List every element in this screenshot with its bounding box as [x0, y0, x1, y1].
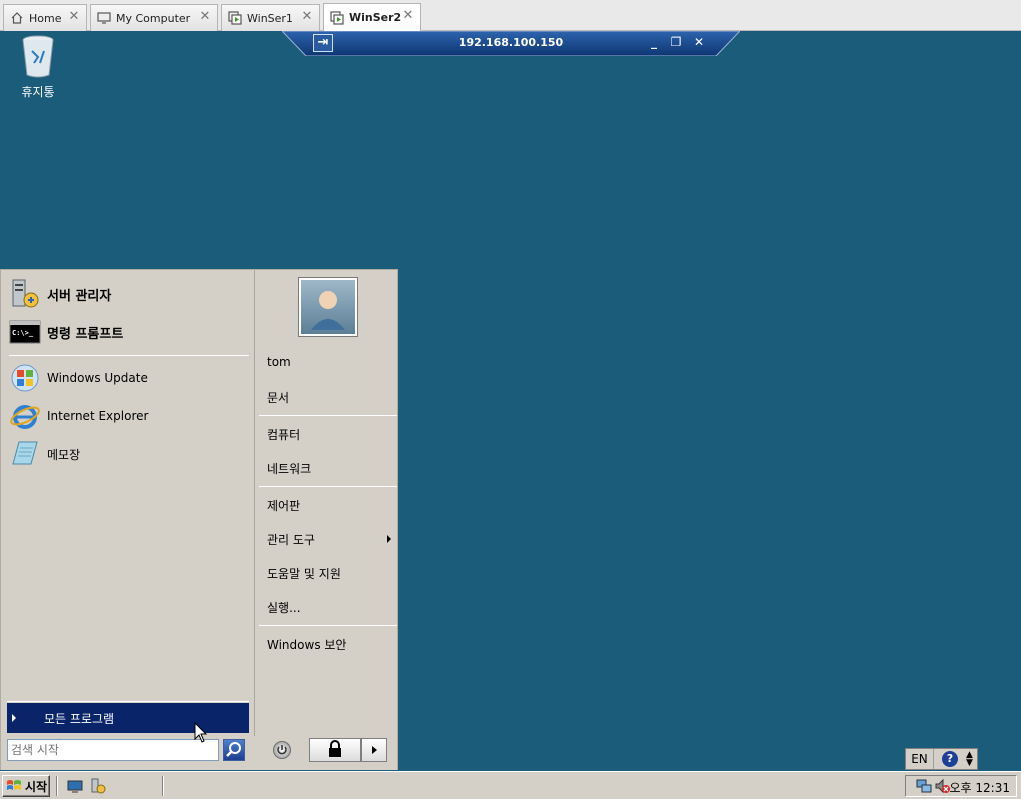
- show-desktop-icon[interactable]: [67, 778, 83, 794]
- close-icon[interactable]: ✕: [402, 9, 414, 22]
- all-programs-label: 모든 프로그램: [44, 711, 115, 726]
- search-button[interactable]: [223, 739, 245, 761]
- start-menu-places: tom 문서 컴퓨터 네트워크 제어판 관리 도구 도움말 및 지원 실행...…: [254, 270, 399, 736]
- menu-item-label: 서버 관리자: [47, 288, 112, 304]
- lock-icon: [329, 740, 341, 757]
- power-button[interactable]: [273, 741, 291, 759]
- chevron-right-icon: [387, 535, 391, 543]
- menu-item-windows-security[interactable]: Windows 보안: [267, 636, 346, 653]
- menu-item-label: Internet Explorer: [47, 409, 149, 423]
- clock[interactable]: 오후 12:31: [950, 779, 1010, 796]
- start-menu-programs: 서버 관리자 C:\>_ 명령 프롬프트 Windows Update Inte…: [1, 270, 253, 736]
- start-label: 시작: [25, 779, 48, 794]
- server-manager-icon: [9, 278, 41, 310]
- help-icon[interactable]: ?: [942, 751, 958, 767]
- menu-item-computer[interactable]: 컴퓨터: [267, 426, 300, 443]
- tab-label: WinSer1: [247, 11, 293, 25]
- minimize-button[interactable]: _: [646, 34, 662, 50]
- mouse-cursor-icon: [194, 722, 208, 743]
- search-input[interactable]: [7, 739, 219, 761]
- connection-title: 192.168.100.150: [458, 36, 564, 49]
- menu-item-help[interactable]: 도움말 및 지원: [267, 565, 341, 582]
- menu-item-internet-explorer[interactable]: Internet Explorer: [9, 398, 249, 434]
- menu-item-network[interactable]: 네트워크: [267, 460, 311, 477]
- pin-icon[interactable]: ⇥: [313, 34, 333, 52]
- menu-item-label: Windows Update: [47, 371, 148, 385]
- menu-separator: [7, 701, 249, 702]
- menu-item-server-manager[interactable]: 서버 관리자: [9, 276, 249, 312]
- menu-separator: [259, 486, 397, 487]
- command-prompt-icon: C:\>_: [9, 316, 41, 348]
- tab-winser2[interactable]: WinSer2 ✕: [323, 3, 421, 31]
- menu-item-windows-update[interactable]: Windows Update: [9, 360, 249, 396]
- taskbar-separator: [162, 776, 164, 796]
- user-avatar[interactable]: [299, 278, 357, 336]
- search-icon: [226, 742, 241, 757]
- chevron-down-icon[interactable]: ▲ ▼: [966, 751, 973, 768]
- vm-icon: [228, 11, 242, 25]
- start-button[interactable]: 시작: [2, 775, 50, 797]
- tab-home[interactable]: Home ✕: [3, 4, 87, 31]
- shutdown-options-button[interactable]: [361, 738, 387, 762]
- menu-item-label: 메모장: [47, 447, 81, 462]
- windows-update-icon: [9, 362, 41, 394]
- menu-item-control-panel[interactable]: 제어판: [267, 497, 300, 514]
- svg-text:C:\>_: C:\>_: [12, 329, 34, 337]
- tab-label: WinSer2: [349, 11, 402, 24]
- all-programs-button[interactable]: 모든 프로그램: [7, 703, 249, 733]
- host-tab-bar: Home ✕ My Computer ✕ WinSer1 ✕ WinSer2 ✕: [0, 0, 1021, 31]
- remote-desktop-bar: ⇥ 192.168.100.150 _ ❐ ✕: [282, 31, 740, 56]
- lock-button[interactable]: [309, 738, 361, 762]
- chevron-right-icon: [372, 746, 377, 754]
- tab-label: Home: [29, 11, 62, 25]
- menu-separator: [9, 355, 249, 356]
- recycle-bin-label: 휴지통: [21, 85, 55, 99]
- taskbar: 시작 오후 12:31: [0, 771, 1021, 799]
- windows-logo-icon: [6, 778, 22, 794]
- volume-muted-icon[interactable]: [934, 778, 950, 797]
- menu-item-documents[interactable]: 문서: [267, 389, 289, 406]
- menu-item-notepad[interactable]: 메모장: [9, 436, 249, 472]
- menu-item-run[interactable]: 실행...: [267, 599, 301, 616]
- start-menu: 서버 관리자 C:\>_ 명령 프롬프트 Windows Update Inte…: [0, 269, 398, 770]
- tab-label: My Computer: [116, 11, 191, 25]
- vm-icon: [330, 10, 344, 25]
- menu-item-command-prompt[interactable]: C:\>_ 명령 프롬프트: [9, 314, 249, 350]
- menu-separator: [259, 625, 397, 626]
- menu-item-user[interactable]: tom: [267, 355, 291, 369]
- recycle-bin-icon: [20, 33, 56, 79]
- restore-button[interactable]: ❐: [668, 34, 684, 50]
- language-bar: EN ? ▲ ▼: [905, 748, 978, 770]
- power-icon: [277, 745, 287, 755]
- close-icon[interactable]: ✕: [68, 10, 80, 23]
- language-indicator[interactable]: EN: [906, 749, 934, 769]
- home-icon: [10, 11, 24, 25]
- menu-item-admin-tools[interactable]: 관리 도구: [267, 531, 315, 548]
- tab-winser1[interactable]: WinSer1 ✕: [221, 4, 320, 31]
- close-button[interactable]: ✕: [691, 34, 707, 50]
- recycle-bin[interactable]: 휴지통: [10, 33, 66, 100]
- taskbar-separator: [56, 776, 58, 796]
- tab-my-computer[interactable]: My Computer ✕: [90, 4, 218, 31]
- close-icon[interactable]: ✕: [199, 10, 211, 23]
- notepad-icon: [9, 438, 41, 470]
- internet-explorer-icon: [9, 400, 41, 432]
- system-tray: 오후 12:31: [905, 775, 1017, 797]
- chevron-right-icon: [12, 714, 16, 722]
- menu-item-label: 명령 프롬프트: [47, 326, 124, 342]
- monitor-icon: [97, 11, 111, 25]
- menu-separator: [259, 415, 397, 416]
- server-manager-icon[interactable]: [90, 778, 106, 794]
- network-icon[interactable]: [916, 778, 932, 797]
- close-icon[interactable]: ✕: [301, 10, 313, 23]
